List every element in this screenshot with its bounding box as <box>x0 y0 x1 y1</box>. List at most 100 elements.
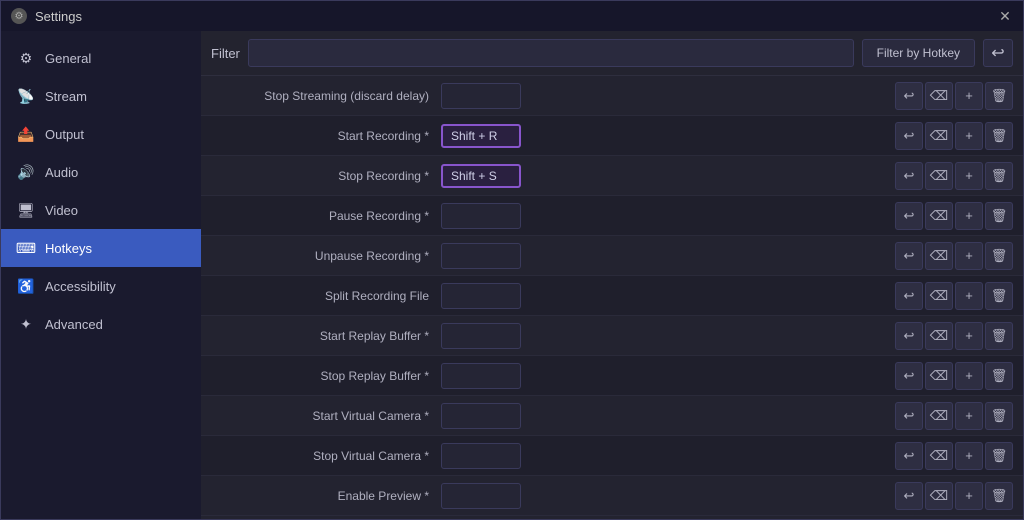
empty-binding[interactable] <box>441 83 521 109</box>
hotkey-actions: ↩⌫+🗑 <box>895 242 1013 270</box>
sidebar-item-stream[interactable]: 📡Stream <box>1 77 201 115</box>
clear-button[interactable]: ⌫ <box>925 282 953 310</box>
undo-button[interactable]: ↩ <box>895 122 923 150</box>
clear-button[interactable]: ⌫ <box>925 242 953 270</box>
sidebar-item-label-general: General <box>45 51 91 66</box>
undo-button[interactable]: ↩ <box>895 162 923 190</box>
hotkey-name: Split Recording File <box>201 289 441 303</box>
clear-button[interactable]: ⌫ <box>925 162 953 190</box>
hotkey-bindings <box>441 243 895 269</box>
empty-binding[interactable] <box>441 203 521 229</box>
hotkey-bindings <box>441 363 895 389</box>
hotkey-row: Split Recording File ↩⌫+🗑 <box>201 276 1023 316</box>
clear-button[interactable]: ⌫ <box>925 402 953 430</box>
filter-by-hotkey-button[interactable]: Filter by Hotkey <box>862 39 975 67</box>
add-button[interactable]: + <box>955 402 983 430</box>
back-button[interactable]: ↩ <box>983 39 1013 67</box>
hotkey-actions: ↩⌫+🗑 <box>895 82 1013 110</box>
clear-button[interactable]: ⌫ <box>925 442 953 470</box>
hotkey-tag[interactable]: Shift + R <box>441 124 521 148</box>
filter-label: Filter <box>211 46 240 61</box>
undo-button[interactable]: ↩ <box>895 442 923 470</box>
sidebar-item-accessibility[interactable]: ♿Accessibility <box>1 267 201 305</box>
hotkey-actions: ↩⌫+🗑 <box>895 482 1013 510</box>
add-button[interactable]: + <box>955 122 983 150</box>
hotkey-name: Stop Recording * <box>201 169 441 183</box>
audio-icon: 🔊 <box>17 163 35 181</box>
empty-binding[interactable] <box>441 323 521 349</box>
clear-button[interactable]: ⌫ <box>925 122 953 150</box>
hotkey-bindings <box>441 283 895 309</box>
add-button[interactable]: + <box>955 442 983 470</box>
undo-button[interactable]: ↩ <box>895 482 923 510</box>
close-button[interactable]: ✕ <box>997 8 1013 24</box>
filter-input[interactable] <box>248 39 854 67</box>
delete-button[interactable]: 🗑 <box>985 402 1013 430</box>
sidebar-item-label-video: Video <box>45 203 78 218</box>
empty-binding[interactable] <box>441 283 521 309</box>
undo-button[interactable]: ↩ <box>895 282 923 310</box>
hotkeys-icon: ⌨ <box>17 239 35 257</box>
hotkey-row: Start Recording *Shift + R↩⌫+🗑 <box>201 116 1023 156</box>
sidebar-item-audio[interactable]: 🔊Audio <box>1 153 201 191</box>
sidebar-item-general[interactable]: ⚙General <box>1 39 201 77</box>
undo-button[interactable]: ↩ <box>895 202 923 230</box>
sidebar-item-advanced[interactable]: ✦Advanced <box>1 305 201 343</box>
hotkey-name: Stop Replay Buffer * <box>201 369 441 383</box>
delete-button[interactable]: 🗑 <box>985 482 1013 510</box>
delete-button[interactable]: 🗑 <box>985 202 1013 230</box>
add-button[interactable]: + <box>955 482 983 510</box>
hotkey-name: Stop Virtual Camera * <box>201 449 441 463</box>
delete-button[interactable]: 🗑 <box>985 162 1013 190</box>
window-title: Settings <box>35 9 82 24</box>
hotkey-row: Start Replay Buffer *↩⌫+🗑 <box>201 316 1023 356</box>
delete-button[interactable]: 🗑 <box>985 82 1013 110</box>
sidebar-item-hotkeys[interactable]: ⌨Hotkeys <box>1 229 201 267</box>
empty-binding[interactable] <box>441 483 521 509</box>
undo-button[interactable]: ↩ <box>895 362 923 390</box>
add-button[interactable]: + <box>955 242 983 270</box>
hotkey-actions: ↩⌫+🗑 <box>895 442 1013 470</box>
add-button[interactable]: + <box>955 202 983 230</box>
clear-button[interactable]: ⌫ <box>925 362 953 390</box>
hotkey-name: Start Virtual Camera * <box>201 409 441 423</box>
hotkey-row: Stop Recording *Shift + S ↩⌫+🗑 <box>201 156 1023 196</box>
clear-button[interactable]: ⌫ <box>925 82 953 110</box>
sidebar-item-label-stream: Stream <box>45 89 87 104</box>
sidebar-item-output[interactable]: 📤Output <box>1 115 201 153</box>
advanced-icon: ✦ <box>17 315 35 333</box>
delete-button[interactable]: 🗑 <box>985 322 1013 350</box>
clear-button[interactable]: ⌫ <box>925 202 953 230</box>
delete-button[interactable]: 🗑 <box>985 122 1013 150</box>
hotkey-bindings <box>441 403 895 429</box>
hotkeys-list: Stop Streaming (discard delay)↩⌫+🗑Start … <box>201 76 1023 519</box>
hotkey-tag[interactable]: Shift + S <box>441 164 521 188</box>
clear-button[interactable]: ⌫ <box>925 482 953 510</box>
undo-button[interactable]: ↩ <box>895 242 923 270</box>
sidebar-item-video[interactable]: 🖥Video <box>1 191 201 229</box>
delete-button[interactable]: 🗑 <box>985 442 1013 470</box>
hotkey-name: Enable Preview * <box>201 489 441 503</box>
empty-binding[interactable] <box>441 403 521 429</box>
titlebar-left: ⚙ Settings <box>11 8 82 24</box>
hotkey-bindings <box>441 443 895 469</box>
delete-button[interactable]: 🗑 <box>985 242 1013 270</box>
delete-button[interactable]: 🗑 <box>985 362 1013 390</box>
add-button[interactable]: + <box>955 82 983 110</box>
hotkey-row: Start Virtual Camera * ↩⌫+🗑 <box>201 396 1023 436</box>
sidebar: ⚙General📡Stream📤Output🔊Audio🖥Video⌨Hotke… <box>1 31 201 519</box>
empty-binding[interactable] <box>441 243 521 269</box>
add-button[interactable]: + <box>955 162 983 190</box>
add-button[interactable]: + <box>955 282 983 310</box>
hotkey-name: Unpause Recording * <box>201 249 441 263</box>
empty-binding[interactable] <box>441 443 521 469</box>
undo-button[interactable]: ↩ <box>895 322 923 350</box>
clear-button[interactable]: ⌫ <box>925 322 953 350</box>
empty-binding[interactable] <box>441 363 521 389</box>
add-button[interactable]: + <box>955 362 983 390</box>
undo-button[interactable]: ↩ <box>895 82 923 110</box>
delete-button[interactable]: 🗑 <box>985 282 1013 310</box>
undo-button[interactable]: ↩ <box>895 402 923 430</box>
add-button[interactable]: + <box>955 322 983 350</box>
hotkey-actions: ↩⌫+🗑 <box>895 162 1013 190</box>
